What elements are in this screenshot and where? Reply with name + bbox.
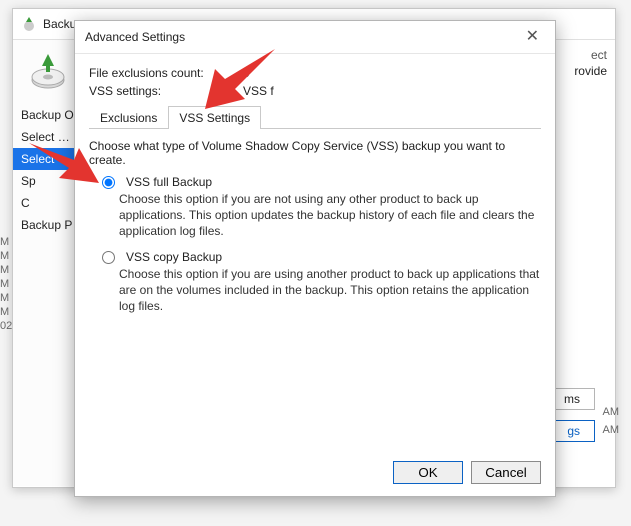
vss-settings-value: VSS f xyxy=(243,84,274,98)
exclusions-count-value: 0 xyxy=(243,66,250,80)
wizard-step[interactable]: Select Bac xyxy=(13,126,83,148)
wizard-step[interactable]: Select xyxy=(13,148,83,170)
vss-settings-label: VSS settings: xyxy=(89,84,219,98)
wizard-step[interactable]: Backup O xyxy=(13,104,83,126)
background-buttons-2: gs xyxy=(552,424,595,438)
time-label: AM xyxy=(603,424,620,436)
instruction-text: Choose what type of Volume Shadow Copy S… xyxy=(89,139,541,167)
tab-vss-settings[interactable]: VSS Settings xyxy=(168,106,261,129)
wizard-steps: Backup OSelect BacSelectSpCBackup P xyxy=(13,98,83,236)
app-icon xyxy=(21,16,37,32)
option-vss-full[interactable]: VSS full Backup xyxy=(97,175,541,189)
cancel-button[interactable]: Cancel xyxy=(471,461,541,484)
margin-label: M xyxy=(0,306,12,318)
truncated-text: ect xyxy=(591,48,607,62)
option-vss-full-desc: Choose this option if you are not using … xyxy=(119,191,541,240)
dialog-titlebar: Advanced Settings ✕ xyxy=(75,21,555,54)
margin-label: M xyxy=(0,278,12,290)
margin-label: M xyxy=(0,292,12,304)
truncated-text-2: rovide xyxy=(574,64,607,78)
tab-exclusions[interactable]: Exclusions xyxy=(89,106,168,129)
close-icon[interactable]: ✕ xyxy=(518,27,547,47)
dialog-content: File exclusions count: 0 VSS settings: V… xyxy=(75,54,555,451)
bg-button-gs[interactable]: gs xyxy=(552,420,595,442)
margin-label: M xyxy=(0,236,12,248)
wizard-step[interactable]: Sp xyxy=(13,170,83,192)
margin-label: 02 xyxy=(0,320,12,332)
option-vss-full-title: VSS full Backup xyxy=(126,175,212,189)
tabs: Exclusions VSS Settings xyxy=(89,106,541,129)
time-label-2: AM xyxy=(603,406,620,418)
margin-label: M xyxy=(0,264,12,276)
wizard-step[interactable]: Backup P xyxy=(13,214,83,236)
option-vss-copy-desc: Choose this option if you are using anot… xyxy=(119,266,541,315)
option-vss-copy-title: VSS copy Backup xyxy=(126,250,222,264)
radio-vss-copy[interactable] xyxy=(102,251,115,264)
ok-button[interactable]: OK xyxy=(393,461,463,484)
radio-vss-full[interactable] xyxy=(102,176,115,189)
dialog-title: Advanced Settings xyxy=(85,30,185,44)
exclusions-count-label: File exclusions count: xyxy=(89,66,219,80)
advanced-settings-dialog: Advanced Settings ✕ File exclusions coun… xyxy=(74,20,556,497)
margin-label: M xyxy=(0,250,12,262)
dialog-buttons: OK Cancel xyxy=(75,451,555,496)
left-margin-labels: MMMMMM02 xyxy=(0,234,12,334)
wizard-step[interactable]: C xyxy=(13,192,83,214)
option-vss-copy[interactable]: VSS copy Backup xyxy=(97,250,541,264)
disk-icon xyxy=(28,52,68,92)
